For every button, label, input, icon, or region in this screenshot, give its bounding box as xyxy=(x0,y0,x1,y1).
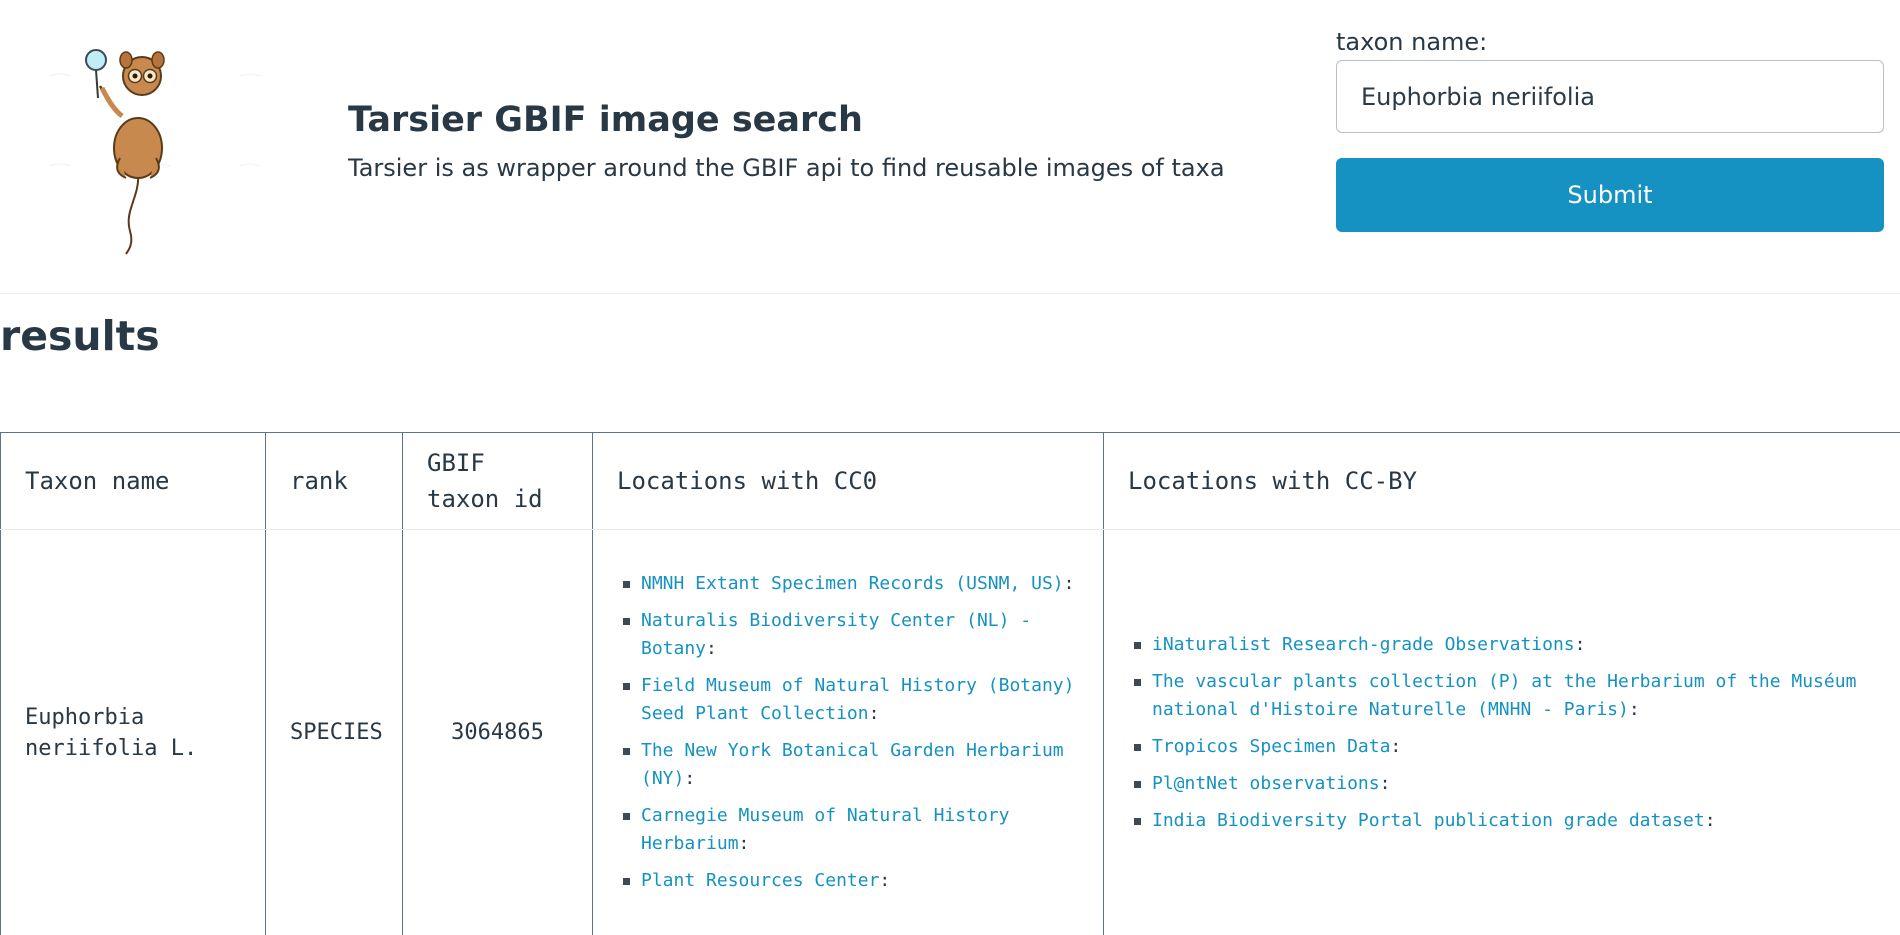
list-item: Field Museum of Natural History (Botany)… xyxy=(617,672,1079,728)
column-header-taxon-name: Taxon name xyxy=(1,433,266,530)
location-link[interactable]: Plant Resources Center xyxy=(641,870,879,891)
location-link[interactable]: Pl@ntNet observations xyxy=(1152,773,1380,794)
gbif-taxon-id-cell: 3064865 xyxy=(403,530,593,935)
location-link[interactable]: Naturalis Biodiversity Center (NL) - Bot… xyxy=(641,610,1031,659)
taxon-name-cell: Euphorbia neriifolia L. xyxy=(1,530,266,935)
list-item: Pl@ntNet observations: xyxy=(1128,770,1889,798)
list-item: Carnegie Museum of Natural History Herba… xyxy=(617,802,1079,858)
taxon-name-input[interactable] xyxy=(1336,60,1884,133)
location-link[interactable]: Field Museum of Natural History (Botany)… xyxy=(641,675,1074,724)
location-link[interactable]: Tropicos Specimen Data xyxy=(1152,736,1390,757)
cc0-locations-cell: NMNH Extant Specimen Records (USNM, US):… xyxy=(593,530,1104,935)
list-item: The New York Botanical Garden Herbarium … xyxy=(617,737,1079,793)
list-item: Plant Resources Center: xyxy=(617,867,1079,895)
submit-button[interactable]: Submit xyxy=(1336,158,1884,232)
table-row: Euphorbia neriifolia L. SPECIES 3064865 … xyxy=(1,530,1900,935)
column-header-gbif-taxon-id: GBIF taxon id xyxy=(403,433,593,530)
tarsier-logo-icon xyxy=(40,46,270,256)
list-item: Naturalis Biodiversity Center (NL) - Bot… xyxy=(617,607,1079,663)
results-table: Taxon name rank GBIF taxon id Locations … xyxy=(0,432,1900,935)
list-item: The vascular plants collection (P) at th… xyxy=(1128,668,1889,724)
ccby-locations-cell: iNaturalist Research-grade Observations:… xyxy=(1104,530,1900,935)
page-title: Tarsier GBIF image search xyxy=(348,100,863,140)
location-link[interactable]: iNaturalist Research-grade Observations xyxy=(1152,634,1575,655)
list-item: Tropicos Specimen Data: xyxy=(1128,733,1889,761)
ccby-locations-list: iNaturalist Research-grade Observations:… xyxy=(1128,631,1889,835)
column-header-locations-ccby: Locations with CC-BY xyxy=(1104,433,1900,530)
list-item: iNaturalist Research-grade Observations: xyxy=(1128,631,1889,659)
results-heading: results xyxy=(0,312,160,360)
rank-cell: SPECIES xyxy=(266,530,403,935)
location-link[interactable]: The vascular plants collection (P) at th… xyxy=(1152,671,1856,720)
taxon-name-label: taxon name: xyxy=(1336,28,1487,56)
list-item: India Biodiversity Portal publication gr… xyxy=(1128,807,1889,835)
header-divider xyxy=(0,293,1900,294)
page-subtitle: Tarsier is as wrapper around the GBIF ap… xyxy=(348,154,1225,182)
location-link[interactable]: India Biodiversity Portal publication gr… xyxy=(1152,810,1705,831)
location-link[interactable]: NMNH Extant Specimen Records (USNM, US) xyxy=(641,573,1064,594)
location-link[interactable]: Carnegie Museum of Natural History Herba… xyxy=(641,805,1009,854)
column-header-locations-cc0: Locations with CC0 xyxy=(593,433,1104,530)
table-header-row: Taxon name rank GBIF taxon id Locations … xyxy=(1,433,1900,530)
cc0-locations-list: NMNH Extant Specimen Records (USNM, US):… xyxy=(617,570,1079,895)
location-link[interactable]: The New York Botanical Garden Herbarium … xyxy=(641,740,1064,789)
list-item: NMNH Extant Specimen Records (USNM, US): xyxy=(617,570,1079,598)
column-header-rank: rank xyxy=(266,433,403,530)
